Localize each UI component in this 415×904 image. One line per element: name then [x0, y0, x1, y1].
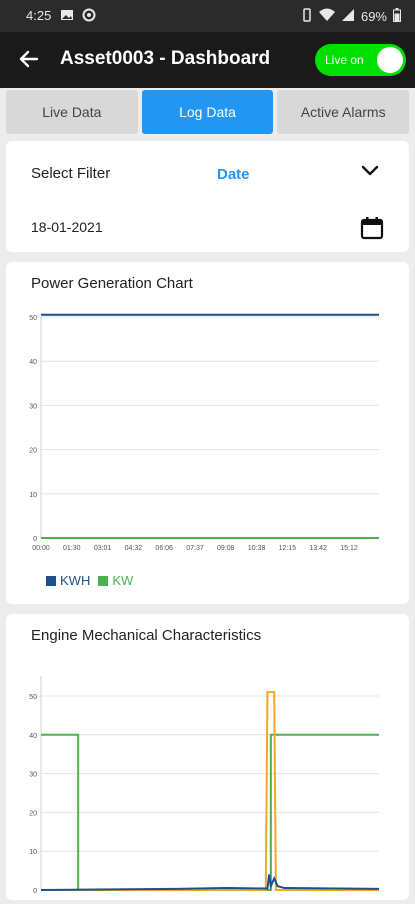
power-chart-card: Power Generation Chart 0 10 20 30 40 50 00:00 0…: [6, 262, 409, 604]
toggle-knob: [377, 47, 403, 73]
chart-title: Engine Mechanical Characteristics: [31, 627, 262, 644]
arrow-left-icon[interactable]: [16, 46, 42, 72]
y-tick-label: 40: [29, 733, 37, 740]
filter-card: Select Filter Date 18-01-2021: [6, 141, 409, 252]
y-tick-label: 50: [29, 694, 37, 701]
status-bar: 4:25 69%: [0, 0, 415, 32]
chart-title: Power Generation Chart: [31, 275, 193, 292]
y-tick-label: 0: [33, 888, 37, 895]
chevron-down-icon[interactable]: [359, 159, 381, 181]
y-tick-label: 0: [33, 536, 37, 543]
x-tick-label: 10:38: [248, 545, 266, 552]
battery-icon: [393, 8, 401, 25]
image-icon: [60, 8, 74, 25]
vibrate-icon: [301, 8, 313, 25]
tab-active-alarms[interactable]: Active Alarms: [277, 90, 410, 134]
tab-bar: Live Data Log Data Active Alarms: [6, 90, 410, 134]
y-tick-label: 40: [29, 359, 37, 366]
legend-swatch-kwh: [46, 575, 56, 586]
chart-legend: KWH KW: [46, 573, 133, 588]
app-bar: Asset0003 - Dashboard Live on: [0, 32, 415, 88]
x-tick-label: 04:32: [125, 545, 143, 552]
x-tick-label: 07:37: [186, 545, 204, 552]
x-tick-label: 09:08: [217, 545, 235, 552]
x-tick-label: 03:01: [94, 545, 112, 552]
x-tick-label: 01:30: [63, 545, 81, 552]
tab-live-data[interactable]: Live Data: [6, 90, 138, 134]
status-icons-left: [60, 8, 96, 25]
series-line-2: [40, 874, 380, 891]
x-tick-label: 06:06: [155, 545, 173, 552]
y-tick-label: 30: [29, 772, 37, 779]
legend-item-kwh: KWH: [46, 573, 90, 588]
signal-icon: [341, 8, 355, 25]
y-tick-label: 50: [29, 315, 37, 322]
status-icons-right: 69%: [301, 8, 401, 25]
date-field[interactable]: 18-01-2021: [31, 219, 103, 235]
status-time: 4:25: [26, 8, 52, 23]
y-tick-label: 30: [29, 403, 37, 410]
legend-item-kw: KW: [98, 573, 133, 588]
legend-swatch-kw: [98, 575, 109, 586]
live-toggle[interactable]: Live on: [315, 44, 406, 76]
y-tick-label: 20: [29, 810, 37, 817]
y-tick-label: 10: [29, 849, 37, 856]
filter-select[interactable]: Date: [217, 166, 250, 183]
wifi-icon: [318, 8, 335, 25]
page-title: Asset0003 - Dashboard: [60, 48, 271, 69]
vpn-icon: [82, 8, 96, 25]
legend-label-kw: KW: [112, 573, 134, 588]
x-tick-label: 15:12: [340, 545, 358, 552]
series-line-1: [41, 691, 379, 891]
tab-log-data[interactable]: Log Data: [141, 90, 274, 134]
filter-label: Select Filter: [31, 165, 111, 182]
y-tick-label: 20: [29, 448, 37, 455]
y-tick-label: 10: [29, 492, 37, 499]
engine-chart: 0 10 20 30 40 50: [29, 676, 380, 895]
battery-text: 69%: [360, 9, 387, 24]
x-tick-label: 13:42: [309, 545, 327, 552]
x-tick-label: 12:15: [279, 545, 297, 552]
engine-chart-card: Engine Mechanical Characteristics 0 10 20 3…: [6, 614, 409, 900]
x-tick-label: 00:00: [32, 545, 50, 552]
live-toggle-label: Live on: [325, 53, 364, 67]
power-chart: 0 10 20 30 40 50 00:00 01:30 03:01 04:32 06:06 07:3…: [29, 313, 379, 552]
calendar-icon[interactable]: [359, 215, 385, 241]
legend-label-kwh: KWH: [60, 573, 91, 588]
